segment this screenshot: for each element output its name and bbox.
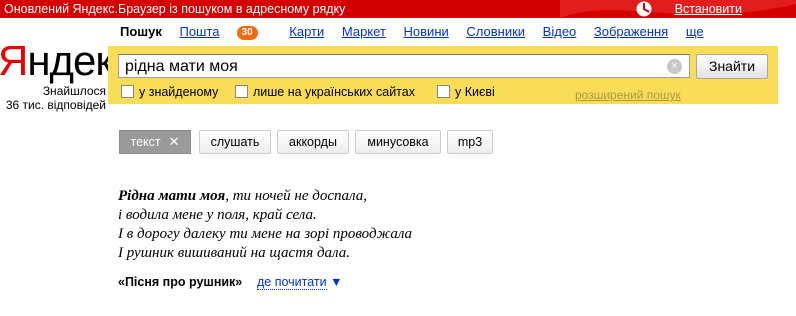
results-count-value: 36 тис. відповідей [5,98,106,112]
lyrics-line: і водила мене у поля, край села. [118,207,317,223]
logo-first-letter: Я [0,37,28,84]
lyrics-line: Рідна мати моя, ти ночей не доспала, [118,187,412,206]
lyrics-line-rest: , ти ночей не доспала, [225,188,367,204]
services-nav: Пошук Пошта 30 Карти Маркет Новини Словни… [120,24,718,40]
tab-mp3[interactable]: mp3 [447,130,493,154]
service-mail[interactable]: Пошта [179,24,219,39]
tab-listen[interactable]: слушать [199,130,271,154]
service-video[interactable]: Відео [543,24,577,39]
option-in-found[interactable]: у знайденому [121,85,218,99]
where-to-read-label: де почитати [257,275,327,290]
promo-text: Оновлений Яндекс.Браузер із пошуком в ад… [4,2,346,16]
service-more[interactable]: ще [686,24,704,39]
song-title: «Пісня про рушник» [118,275,243,289]
close-icon[interactable]: ✕ [169,134,180,149]
lyrics-highlight: Рідна мати моя [118,188,226,204]
tab-text[interactable]: текст ✕ [119,130,191,154]
lyrics-line: І рушник вишиваний на щастя дала. [118,245,351,261]
option-label: у знайденому [139,85,219,99]
search-button[interactable]: Знайти [696,54,768,79]
results-count: Знайшлося 36 тис. відповідей [0,84,106,112]
results-count-label: Знайшлося [42,84,106,98]
dropdown-arrow-icon: ▼ [330,275,343,289]
tab-backing-track[interactable]: минусовка [355,130,441,154]
checkbox[interactable] [235,85,248,98]
service-maps[interactable]: Карти [289,24,324,39]
mail-count-badge[interactable]: 30 [236,26,258,40]
tab-label: текст [130,135,161,149]
service-search[interactable]: Пошук [120,24,162,39]
lyrics-block: Рідна мати моя, ти ночей не доспала, і в… [118,187,412,263]
option-ukrainian-sites[interactable]: лише на українських сайтах [235,85,415,99]
promo-bar: Оновлений Яндекс.Браузер із пошуком в ад… [0,0,796,18]
advanced-search-link[interactable]: розширений пошук [575,88,681,102]
where-to-read-link[interactable]: де почитати ▼ [257,275,343,290]
service-news[interactable]: Новини [404,24,449,39]
service-market[interactable]: Маркет [342,24,386,39]
checkbox[interactable] [121,85,134,98]
service-dictionaries[interactable]: Словники [466,24,525,39]
service-images[interactable]: Зображення [594,24,668,39]
search-input[interactable] [118,54,690,78]
option-label: лише на українських сайтах [253,85,415,99]
install-browser-link[interactable]: Встановити [675,2,742,16]
checkbox[interactable] [437,85,450,98]
tab-chords[interactable]: аккорды [277,130,349,154]
browser-logo-icon [636,1,652,17]
clear-search-icon[interactable]: × [667,59,682,74]
option-label: у Києві [455,85,495,99]
option-in-kyiv[interactable]: у Києві [437,85,495,99]
lyrics-line: І в дорогу далеку ти мене на зорі провод… [118,226,413,242]
